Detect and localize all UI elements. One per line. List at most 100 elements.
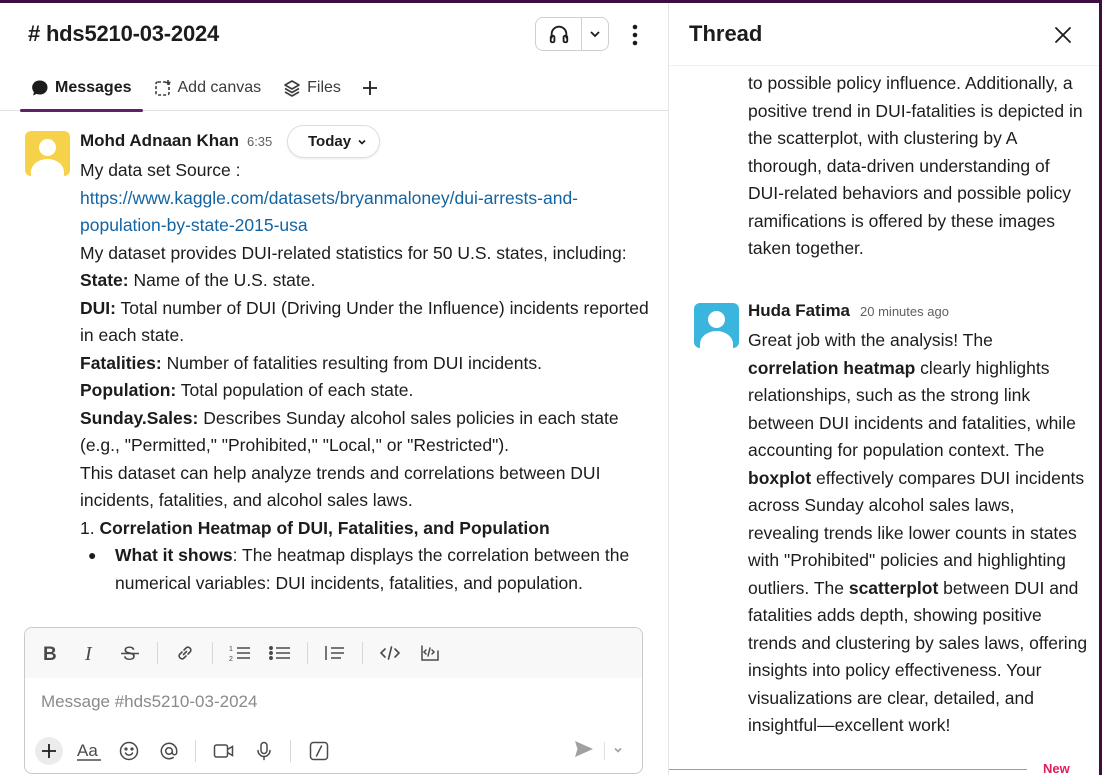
date-divider-label: Today: [308, 133, 352, 150]
field-name: State:: [80, 270, 129, 290]
dataset-link[interactable]: https://www.kaggle.com/datasets/bryanmal…: [80, 188, 578, 236]
bullet-label: What it shows: [115, 545, 233, 565]
tab-messages[interactable]: Messages: [20, 65, 143, 112]
tab-add-canvas-label: Add canvas: [177, 79, 262, 96]
reply-author[interactable]: Huda Fatima: [748, 301, 850, 321]
avatar[interactable]: [694, 303, 739, 348]
huddle-button[interactable]: [536, 18, 582, 50]
attach-button[interactable]: [35, 737, 63, 765]
code-icon: [379, 646, 401, 660]
plus-icon: [42, 744, 56, 758]
chevron-down-icon: [590, 31, 600, 38]
link-icon: [178, 646, 192, 660]
reply-bold-part: boxplot: [748, 467, 812, 488]
toolbar-divider: [157, 642, 158, 664]
italic-button[interactable]: I: [77, 638, 103, 668]
bullet-list-item: ● What it shows: The heatmap displays th…: [80, 542, 650, 597]
bold-button[interactable]: B: [37, 638, 63, 668]
code-block-button[interactable]: [417, 638, 443, 668]
channel-pane: # hds5210-03-2024 Messages Add canvas Fi…: [0, 3, 668, 775]
thread-pane: Thread to possible policy influence. Add…: [668, 3, 1099, 775]
field-desc: Name of the U.S. state.: [128, 270, 316, 290]
avatar-body-shape: [31, 159, 64, 176]
schedule-send-button[interactable]: [604, 742, 635, 760]
slash-command-icon: [309, 741, 329, 761]
code-button[interactable]: [377, 638, 403, 668]
bulleted-list-button[interactable]: [267, 638, 293, 668]
message-body: My data set Source : https://www.kaggle.…: [80, 157, 650, 597]
tab-messages-label: Messages: [55, 79, 132, 96]
message-line: My data set Source :: [80, 160, 241, 180]
strikethrough-icon: S: [121, 644, 139, 663]
headphones-icon: [549, 25, 568, 44]
reply-timestamp[interactable]: 20 minutes ago: [860, 304, 949, 319]
message-timestamp[interactable]: 6:35: [247, 134, 272, 149]
tab-files[interactable]: Files: [272, 65, 352, 111]
close-icon: [1055, 27, 1071, 43]
send-button[interactable]: [574, 740, 594, 763]
reply-bold-part: scatterplot: [848, 577, 939, 598]
message-intro: My dataset provides DUI-related statisti…: [80, 242, 627, 263]
video-camera-icon: [213, 744, 234, 758]
send-group: [574, 734, 635, 768]
channel-more-button[interactable]: [624, 21, 646, 49]
svg-text:Aa: Aa: [77, 741, 98, 760]
reply-header: Huda Fatima 20 minutes ago: [748, 301, 949, 321]
blockquote-button[interactable]: [322, 638, 348, 668]
reply-body: Great job with the analysis! The correla…: [748, 327, 1088, 740]
audio-clip-button[interactable]: [250, 736, 278, 766]
add-tab-button[interactable]: [352, 65, 388, 111]
chevron-down-icon: [614, 747, 622, 753]
field-desc: Total number of DUI (Driving Under the I…: [80, 297, 649, 346]
field-desc: Total population of each state.: [176, 380, 414, 400]
ordered-list-icon: 12: [229, 646, 250, 663]
channel-tabs: Messages Add canvas Files: [20, 65, 388, 112]
link-button[interactable]: [172, 638, 198, 668]
field-name: Population:: [80, 380, 177, 400]
parent-message-tail: to possible policy influence. Additional…: [748, 70, 1088, 263]
close-thread-button[interactable]: [1049, 21, 1077, 49]
avatar-head-shape: [39, 139, 56, 156]
ordered-list-button[interactable]: 12: [227, 638, 253, 668]
bullet-dot: ●: [88, 547, 97, 563]
field-name: DUI:: [80, 297, 116, 318]
reply-bold-part: correlation heatmap: [748, 357, 916, 378]
canvas-add-icon: [154, 80, 170, 96]
tab-add-canvas[interactable]: Add canvas: [143, 65, 273, 111]
kebab-menu-icon: [632, 24, 638, 46]
shortcuts-button[interactable]: [305, 736, 333, 766]
date-divider-pill[interactable]: Today: [287, 125, 381, 158]
field-name: Sunday.Sales:: [80, 407, 199, 428]
field-name: Fatalities:: [80, 352, 162, 373]
microphone-icon: [257, 741, 271, 761]
toolbar-divider: [195, 740, 196, 762]
blockquote-icon: [325, 646, 344, 660]
message-list: Mohd Adnaan Khan 6:35 Today My data set …: [0, 112, 668, 632]
huddle-button-group: [535, 17, 609, 51]
field-population: Population: Total population of each sta…: [80, 377, 650, 405]
code-block-icon: [421, 645, 439, 661]
text-format-toggle-button[interactable]: Aa: [75, 736, 103, 766]
message-bubble-icon: [32, 80, 48, 96]
list-number: 1.: [80, 517, 95, 538]
parent-message-text: to possible policy influence. Additional…: [748, 73, 1083, 258]
mention-button[interactable]: [155, 736, 183, 766]
message-input[interactable]: Message #hds5210-03-2024: [41, 692, 257, 712]
numbered-list-item: 1. Correlation Heatmap of DUI, Fatalitie…: [80, 515, 650, 543]
svg-text:2: 2: [229, 656, 233, 663]
plus-icon: [362, 81, 377, 95]
at-mention-icon: [160, 742, 178, 760]
strikethrough-button[interactable]: S: [117, 638, 143, 668]
chevron-down-icon: [358, 139, 366, 145]
avatar[interactable]: [25, 131, 70, 176]
field-state: State: Name of the U.S. state.: [80, 267, 650, 295]
emoji-button[interactable]: [115, 736, 143, 766]
channel-title[interactable]: # hds5210-03-2024: [28, 21, 219, 47]
new-messages-label[interactable]: New: [1043, 761, 1070, 775]
thread-header-divider: [669, 65, 1099, 66]
huddle-options-button[interactable]: [582, 18, 608, 50]
text-format-icon: Aa: [77, 741, 101, 761]
message-author[interactable]: Mohd Adnaan Khan: [80, 131, 239, 151]
field-desc: Number of fatalities resulting from DUI …: [161, 352, 542, 373]
video-clip-button[interactable]: [210, 736, 238, 766]
